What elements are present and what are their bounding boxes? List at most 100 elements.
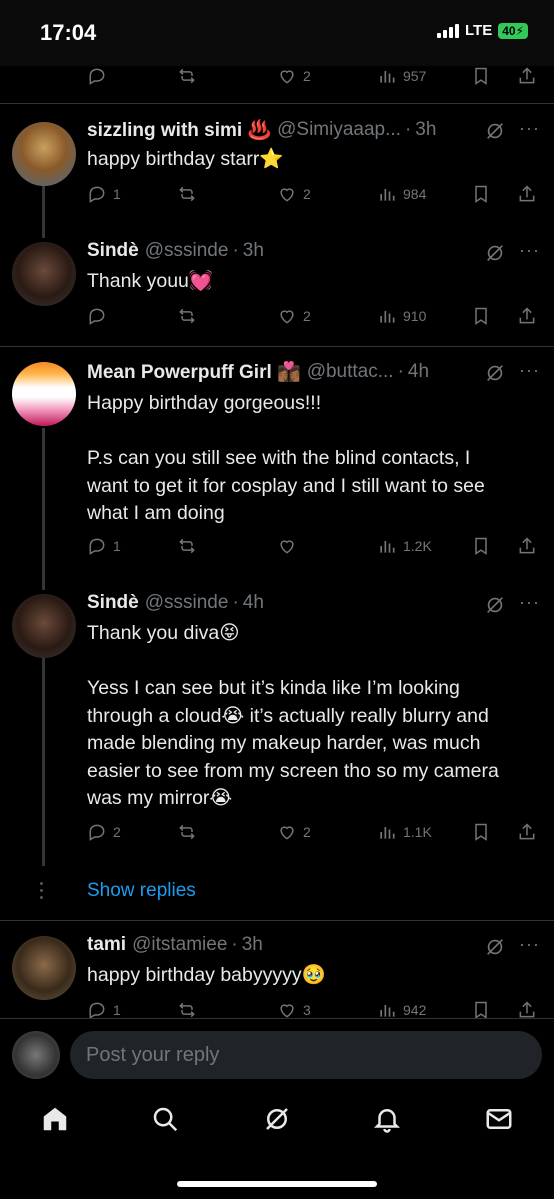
status-bar: 17:04 LTE 40⚡: [0, 0, 554, 66]
share-icon: [519, 1001, 535, 1018]
retweet-button[interactable]: [177, 822, 197, 842]
thread-line: [42, 428, 45, 590]
avatar[interactable]: [12, 936, 76, 1000]
bookmark-icon: [475, 537, 487, 555]
like-button[interactable]: 2: [277, 822, 311, 842]
handle[interactable]: @sssinde: [145, 240, 229, 262]
more-options-icon[interactable]: ···: [519, 240, 540, 261]
handle[interactable]: @Simiyaaap...: [277, 119, 401, 141]
bell-icon: [373, 1109, 401, 1133]
retweet-icon: [179, 186, 195, 202]
like-count: 2: [303, 308, 311, 324]
more-options-icon[interactable]: ···: [519, 360, 540, 381]
previous-tweet-actions: 2 957: [0, 62, 554, 104]
reply-button[interactable]: [87, 306, 107, 326]
bookmark-button[interactable]: [471, 822, 491, 842]
tab-grok[interactable]: [262, 1104, 294, 1136]
status-indicators: LTE 40⚡: [436, 22, 528, 39]
reply-composer: [0, 1018, 554, 1090]
handle[interactable]: @sssinde: [145, 592, 229, 614]
share-button[interactable]: [517, 184, 537, 204]
reply-button[interactable]: 1: [87, 536, 121, 556]
like-count: 2: [303, 186, 311, 202]
retweet-button[interactable]: [177, 306, 197, 326]
more-options-icon[interactable]: ···: [519, 592, 540, 613]
tab-search[interactable]: [150, 1104, 182, 1136]
reply-button[interactable]: 2: [87, 822, 121, 842]
heart-icon: [280, 188, 294, 202]
views-button[interactable]: 1.1K: [377, 822, 432, 842]
timestamp: 4h: [407, 361, 430, 382]
grok-icon[interactable]: [484, 936, 506, 958]
share-button[interactable]: [517, 66, 537, 86]
grok-icon[interactable]: [484, 362, 506, 384]
reply-count: 1: [113, 186, 121, 202]
views-button[interactable]: 1.2K: [377, 536, 432, 556]
views-button[interactable]: 942: [377, 1000, 426, 1020]
display-name[interactable]: sizzling with simi ♨️: [87, 118, 271, 142]
like-button[interactable]: 2: [277, 66, 311, 86]
display-name[interactable]: tami: [87, 934, 126, 956]
avatar[interactable]: [12, 242, 76, 306]
views-icon: [380, 827, 395, 839]
grok-icon[interactable]: [484, 594, 506, 616]
retweet-button[interactable]: [177, 536, 197, 556]
like-button[interactable]: [277, 536, 297, 556]
bookmark-button[interactable]: [471, 66, 491, 86]
retweet-button[interactable]: [177, 1000, 197, 1020]
tweet-header: tami @itstamiee · 3h: [87, 934, 540, 956]
handle[interactable]: @buttac...: [307, 361, 394, 383]
views-icon: [380, 189, 395, 201]
display-name[interactable]: Sindè: [87, 240, 139, 262]
tweet-header: sizzling with simi ♨️ @Simiyaaap... · 3h: [87, 118, 540, 142]
share-button[interactable]: [517, 536, 537, 556]
heart-icon: [280, 540, 294, 554]
handle[interactable]: @itstamiee: [132, 934, 227, 956]
separator-dot: ·: [404, 119, 412, 140]
bookmark-button[interactable]: [471, 1000, 491, 1020]
tweet-text: Happy birthday gorgeous!!! P.s can you s…: [87, 392, 485, 524]
retweet-button[interactable]: [177, 184, 197, 204]
more-options-icon[interactable]: ···: [519, 934, 540, 955]
reply-button[interactable]: 1: [87, 184, 121, 204]
grok-icon[interactable]: [484, 120, 506, 142]
share-button[interactable]: [517, 822, 537, 842]
avatar[interactable]: [12, 362, 76, 426]
bookmark-icon: [475, 185, 487, 203]
like-count: 2: [303, 68, 311, 84]
tweet-text: happy birthday babyyyyy🥹: [87, 964, 326, 986]
like-button[interactable]: 2: [277, 184, 311, 204]
timestamp: 3h: [242, 240, 264, 261]
user-avatar[interactable]: [12, 1031, 60, 1079]
bookmark-button[interactable]: [471, 536, 491, 556]
view-count: 1.2K: [403, 538, 432, 554]
share-icon: [519, 67, 535, 84]
display-name[interactable]: Sindè: [87, 592, 139, 614]
reply-button[interactable]: 1: [87, 1000, 121, 1020]
reply-icon: [89, 538, 105, 555]
share-button[interactable]: [517, 1000, 537, 1020]
show-replies-link[interactable]: Show replies: [87, 880, 196, 902]
grok-icon[interactable]: [484, 242, 506, 264]
reply-input[interactable]: [70, 1031, 542, 1079]
bookmark-button[interactable]: [471, 184, 491, 204]
retweet-button[interactable]: [177, 66, 197, 86]
like-button[interactable]: 2: [277, 306, 311, 326]
reply-button[interactable]: [87, 66, 107, 86]
views-button[interactable]: 984: [377, 184, 426, 204]
avatar[interactable]: [12, 122, 76, 186]
avatar[interactable]: [12, 594, 76, 658]
bookmark-button[interactable]: [471, 306, 491, 326]
like-button[interactable]: 3: [277, 1000, 311, 1020]
more-options-icon[interactable]: ···: [519, 118, 540, 139]
tab-notifications[interactable]: [372, 1104, 404, 1136]
display-name[interactable]: Mean Powerpuff Girl 👩🏾‍❤️‍💋‍👩🏾: [87, 360, 301, 384]
share-icon: [519, 537, 535, 554]
reply-count: 1: [113, 1002, 121, 1018]
share-button[interactable]: [517, 306, 537, 326]
tab-messages[interactable]: [484, 1104, 516, 1136]
tab-home[interactable]: [40, 1104, 72, 1136]
tweet-header: Sindè @sssinde · 4h: [87, 592, 540, 614]
views-button[interactable]: 957: [377, 66, 426, 86]
views-button[interactable]: 910: [377, 306, 426, 326]
